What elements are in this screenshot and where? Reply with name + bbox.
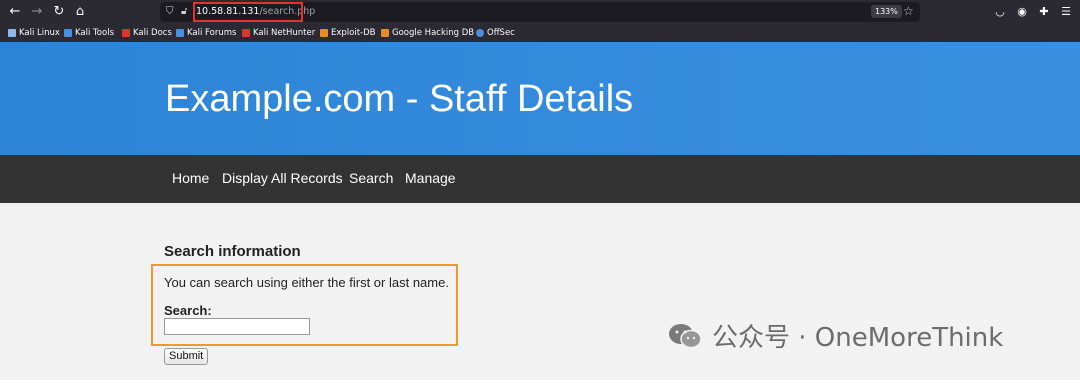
- account-icon[interactable]: ◉: [1015, 4, 1029, 20]
- lock-icon[interactable]: 🔓︎: [181, 5, 187, 19]
- bookmark-google-hacking-db[interactable]: Google Hacking DB: [381, 27, 474, 39]
- kali-tools-icon: [64, 29, 72, 37]
- submit-button[interactable]: Submit: [164, 348, 209, 365]
- bookmark-label: Kali Linux: [19, 28, 60, 38]
- nav-search[interactable]: Search: [349, 170, 393, 186]
- reload-icon[interactable]: ↻: [51, 4, 67, 20]
- extensions-icon[interactable]: ✚: [1037, 4, 1051, 20]
- nav-home[interactable]: Home: [172, 170, 209, 186]
- bookmark-kali-forums[interactable]: Kali Forums: [176, 27, 236, 39]
- section-title: Search information: [164, 243, 301, 260]
- zoom-indicator[interactable]: 133%: [871, 5, 902, 18]
- home-icon[interactable]: ⌂: [72, 4, 88, 20]
- bookmark-label: OffSec: [487, 28, 515, 38]
- brand-text: 公众号 · OneMoreThink: [712, 323, 1004, 353]
- bookmark-offsec[interactable]: OffSec: [476, 27, 515, 39]
- site-nav: Home Display All Records Search Manage: [0, 155, 1080, 203]
- browser-toolbar: ← → ↻ ⌂ ⛉ 🔓︎ 10.58.81.131/search.php 133…: [0, 0, 1080, 24]
- offsec-icon: [476, 29, 484, 37]
- bookmark-kali-tools[interactable]: Kali Tools: [64, 27, 114, 39]
- bookmark-label: Google Hacking DB: [392, 28, 475, 38]
- search-label: Search:: [164, 303, 212, 318]
- page-title: Example.com - Staff Details: [165, 78, 634, 120]
- bookmark-kali-nethunter[interactable]: Kali NetHunter: [242, 27, 315, 39]
- bookmark-kali-docs[interactable]: Kali Docs: [122, 27, 172, 39]
- pocket-icon[interactable]: ◡: [993, 4, 1007, 20]
- kali-nethunter-icon: [242, 29, 250, 37]
- arrow-left-icon[interactable]: ←: [7, 4, 23, 20]
- bookmark-label: Kali Forums: [187, 28, 237, 38]
- bookmark-label: Kali Docs: [133, 28, 172, 38]
- star-icon[interactable]: ☆: [903, 3, 914, 19]
- exploit-db-icon: [320, 29, 328, 37]
- brand-watermark: 公众号 · OneMoreThink: [668, 317, 1003, 354]
- bookmark-kali-linux[interactable]: Kali Linux: [8, 27, 60, 39]
- shield-icon[interactable]: ⛉: [166, 5, 174, 19]
- site-header: Example.com - Staff Details: [0, 42, 1080, 155]
- arrow-right-icon[interactable]: →: [29, 4, 45, 20]
- google-hacking-db-icon: [381, 29, 389, 37]
- search-input[interactable]: [164, 318, 310, 335]
- bookmark-label: Exploit-DB: [331, 28, 376, 38]
- search-description: You can search using either the first or…: [164, 275, 449, 290]
- wechat-icon: [669, 323, 702, 348]
- bookmark-label: Kali NetHunter: [253, 28, 316, 38]
- url-highlight-box: [193, 2, 303, 22]
- kali-docs-icon: [122, 29, 130, 37]
- kali-forums-icon: [176, 29, 184, 37]
- menu-icon[interactable]: ☰: [1059, 4, 1073, 20]
- bookmark-label: Kali Tools: [75, 28, 114, 38]
- kali-linux-icon: [8, 29, 16, 37]
- nav-display-all-records[interactable]: Display All Records: [222, 170, 343, 186]
- bookmark-exploit-db[interactable]: Exploit-DB: [320, 27, 376, 39]
- bookmarks-bar: Kali Linux Kali Tools Kali Docs Kali For…: [0, 24, 1080, 42]
- nav-manage[interactable]: Manage: [405, 170, 456, 186]
